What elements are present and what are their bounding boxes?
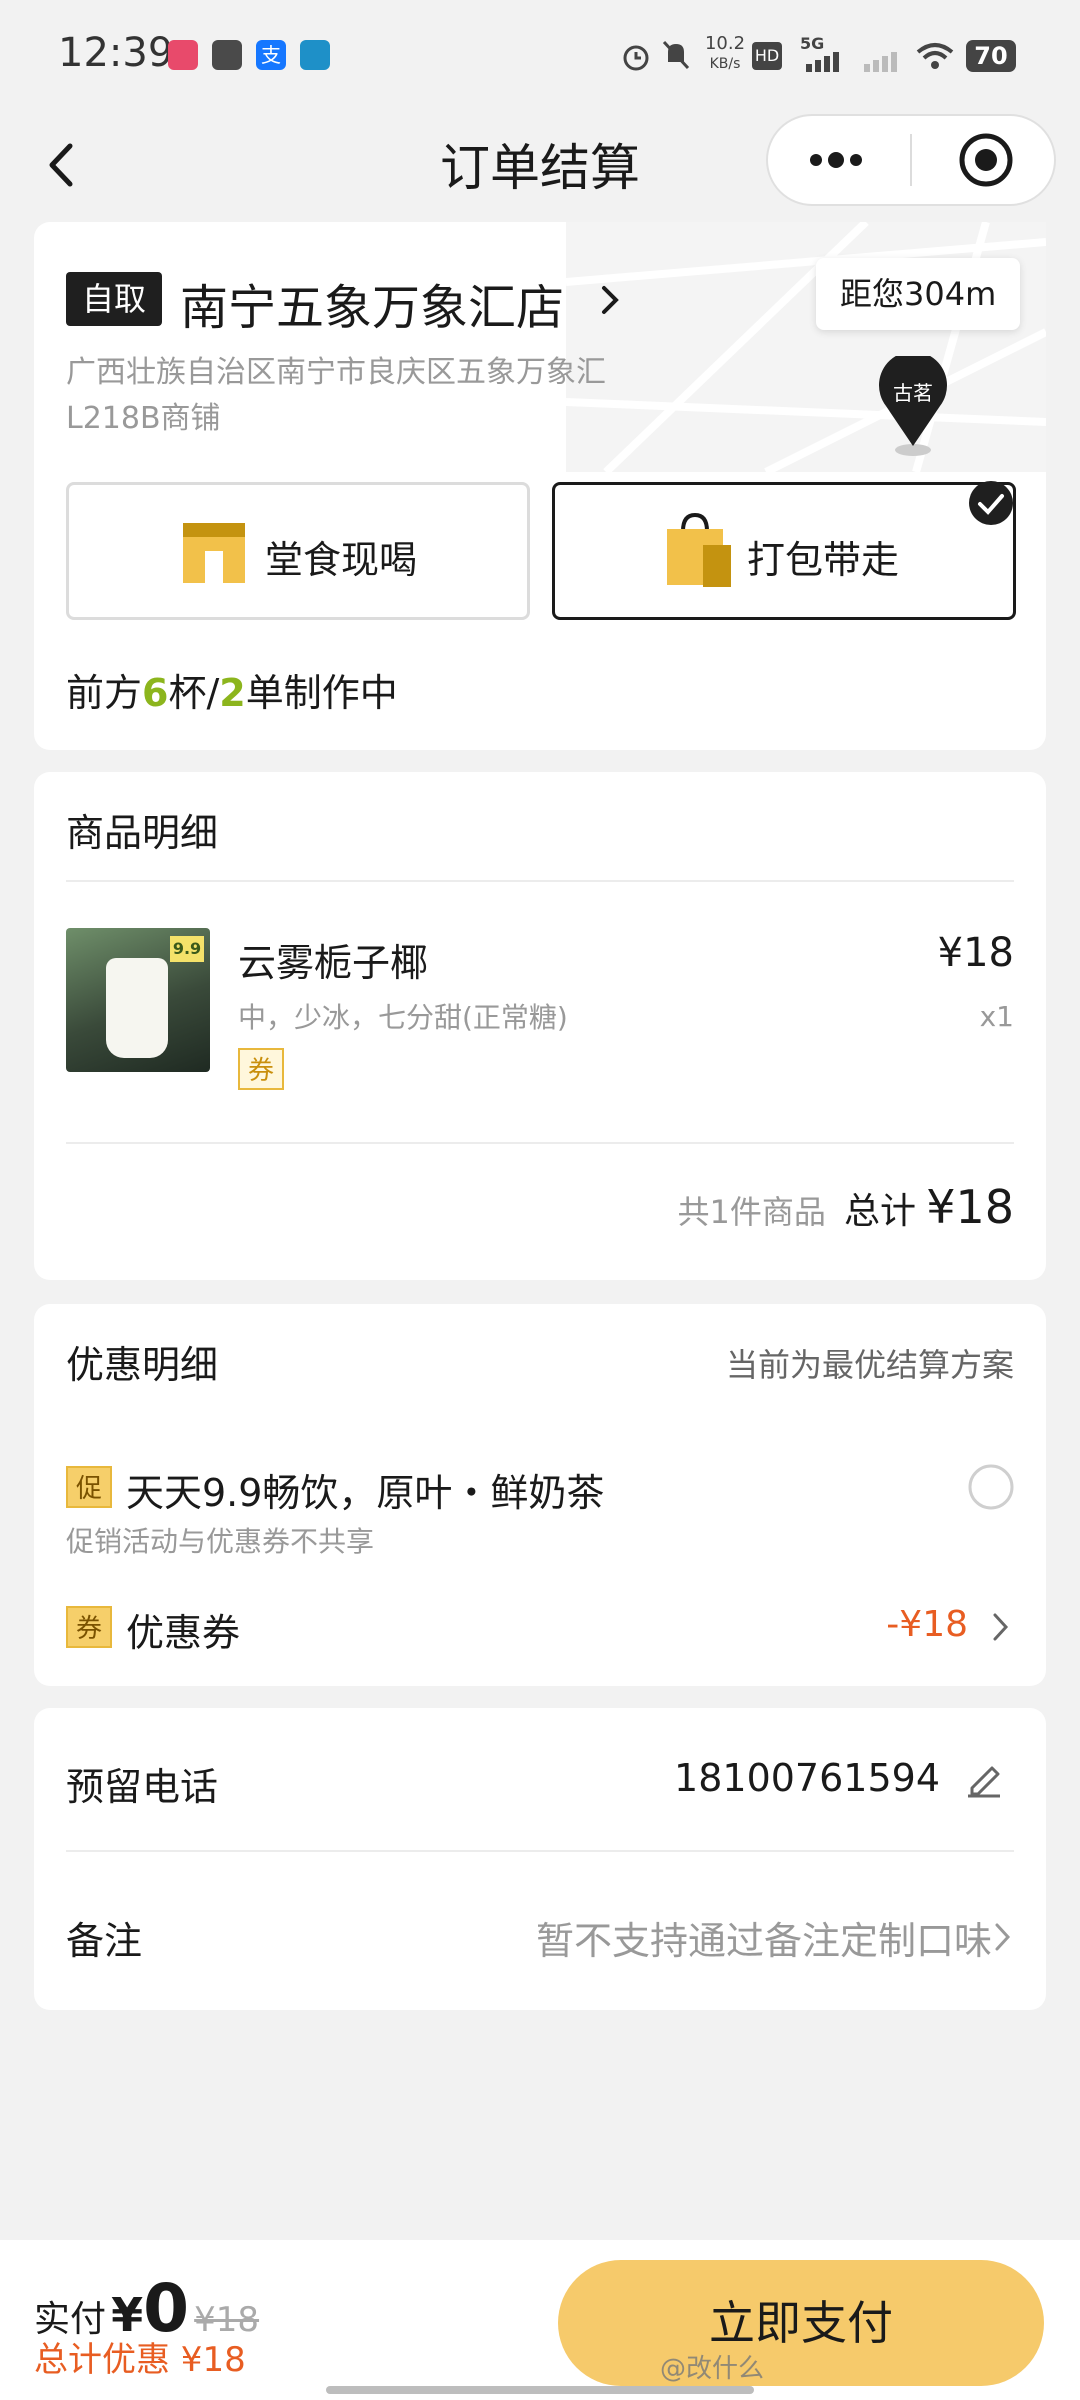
phone-label: 预留电话 (66, 1765, 219, 1809)
capsule-divider (910, 134, 912, 186)
close-target-icon[interactable] (956, 130, 1016, 190)
queue-cups: 6 (142, 671, 169, 715)
address-line-2: L218B商铺 (66, 401, 221, 436)
phone-value[interactable]: 18100761594 (674, 1756, 940, 1800)
promo-badge: 促 (66, 1466, 112, 1508)
contact-divider (66, 1850, 1014, 1852)
more-dots-icon[interactable] (806, 146, 866, 174)
hd-icon: HD (752, 42, 782, 70)
product-thumbnail: 9.9 (66, 928, 210, 1072)
takeaway-label: 打包带走 (747, 538, 900, 582)
discount-title: 优惠明细 (66, 1343, 219, 1387)
store-address: 广西壮族自治区南宁市良庆区五象万象汇 L218B商铺 (66, 350, 686, 442)
app-notification-icon (168, 40, 198, 70)
goods-divider-2 (66, 1142, 1014, 1144)
product-name: 云雾栀子椰 (238, 941, 429, 985)
status-bar: 12:39 支 10.2 KB/s HD 5G 70 (0, 0, 1080, 110)
pickup-tag: 自取 (66, 272, 163, 326)
dine-in-store-icon (183, 523, 245, 583)
goods-total-value: ¥18 (926, 1180, 1014, 1234)
goods-total-label: 总计 (844, 1191, 917, 1232)
bank-notification-icon (300, 40, 330, 70)
dine-in-label: 堂食现喝 (265, 538, 418, 582)
product-cup-image (106, 958, 168, 1058)
remark-chevron-icon[interactable] (992, 1920, 1014, 1954)
home-indicator[interactable] (326, 2386, 754, 2394)
signal-icon (806, 52, 839, 72)
promo-note: 促销活动与优惠券不共享 (66, 1525, 375, 1558)
queue-cups-unit: 杯/ (168, 671, 220, 715)
coupon-label[interactable]: 优惠券 (126, 1602, 240, 1657)
goods-title: 商品明细 (66, 811, 219, 855)
queue-prefix: 前方 (66, 671, 143, 715)
queue-suffix: 单制作中 (245, 671, 398, 715)
thumbnail-badge: 9.9 (170, 936, 204, 962)
product-price: ¥18 (937, 930, 1014, 976)
signal-icon-secondary (864, 52, 897, 72)
takeaway-bag-icon (667, 513, 731, 587)
store-name[interactable]: 南宁五象万象汇店 (180, 268, 564, 338)
store-location-pin-icon: 古茗 (879, 356, 947, 456)
coupon-chevron-icon[interactable] (990, 1610, 1012, 1644)
distance-badge: 距您304m (816, 258, 1021, 330)
product-coupon-badge: 券 (238, 1048, 284, 1090)
goods-count: 共1件商品 (677, 1193, 826, 1231)
remark-field[interactable]: 暂不支持通过备注定制口味 (536, 1910, 992, 1965)
net-speed-unit: KB/s (709, 56, 741, 72)
goods-divider (66, 880, 1014, 882)
queue-status: 前方6杯/2单制作中 (66, 662, 398, 717)
message-notification-icon (212, 40, 242, 70)
edit-pencil-icon[interactable] (964, 1758, 1004, 1798)
discount-hint: 当前为最优结算方案 (725, 1346, 1014, 1384)
wifi-icon (916, 43, 954, 69)
takeaway-option[interactable]: 打包带走 (552, 482, 1016, 620)
product-spec: 中，少冰，七分甜(正常糖) (238, 1001, 568, 1034)
address-line-1: 广西壮族自治区南宁市良庆区五象万象汇 (66, 355, 606, 390)
chevron-right-icon[interactable] (598, 282, 622, 318)
watermark: @改什么 (660, 2354, 765, 2384)
total-discount: 总计优惠 ¥18 (34, 2340, 246, 2380)
promo-title: 天天9.9畅饮，原叶・鲜奶茶 (126, 1471, 605, 1515)
net-speed: 10.2 KB/s (700, 34, 750, 74)
alipay-notification-icon: 支 (256, 40, 286, 70)
product-quantity: x1 (979, 1000, 1014, 1033)
dine-in-option[interactable]: 堂食现喝 (66, 482, 530, 620)
alarm-icon (623, 45, 649, 71)
goods-total-row: 共1件商品 总计 ¥18 (677, 1180, 1014, 1234)
mute-icon (662, 40, 690, 70)
remark-label: 备注 (66, 1919, 143, 1963)
coupon-value[interactable]: -¥18 (886, 1604, 968, 1645)
battery-indicator: 70 (966, 40, 1016, 72)
pay-now-button[interactable]: 立即支付 (558, 2260, 1044, 2386)
pin-label: 古茗 (893, 381, 933, 405)
queue-orders: 2 (219, 671, 246, 715)
promo-radio[interactable] (966, 1462, 1016, 1512)
status-time: 12:39 (58, 30, 174, 76)
net-speed-value: 10.2 (704, 33, 746, 54)
coupon-badge: 券 (66, 1606, 112, 1648)
selected-check-icon (969, 481, 1013, 525)
